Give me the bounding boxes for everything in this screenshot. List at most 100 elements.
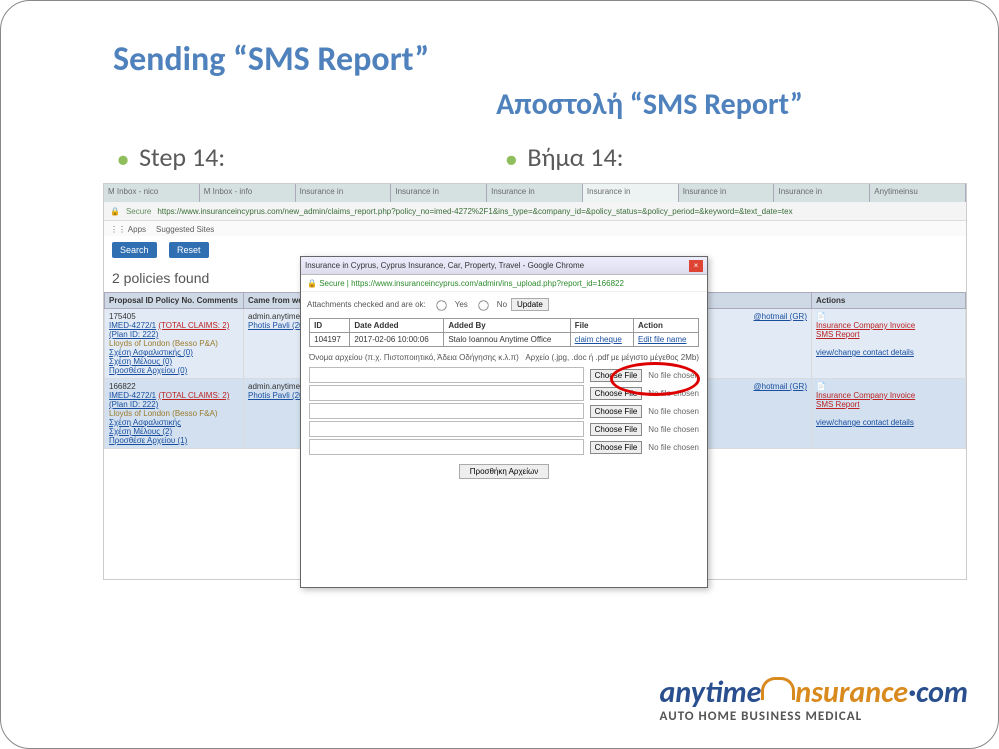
logo-arc-icon [761, 677, 795, 700]
sms-report-link[interactable]: SMS Report [816, 330, 860, 339]
title-greek: Αποστολή “SMS Report” [35, 86, 964, 123]
no-file-text: No file chosen [648, 371, 699, 380]
rel-link[interactable]: Σχέση Ασφαλιστικής (0) [109, 348, 193, 357]
file-row-3: Choose File No file chosen [301, 402, 707, 420]
rel-link[interactable]: Προσθέσε Αρχείου (0) [109, 366, 187, 375]
tab[interactable]: M Inbox - nico [104, 184, 200, 202]
th-by: Added By [444, 319, 570, 333]
tab[interactable]: Insurance in [774, 184, 870, 202]
plan-link[interactable]: (Plan ID: 222) [109, 400, 158, 409]
email-link[interactable]: @hotmail (GR) [754, 382, 807, 391]
rel-link[interactable]: Σχέση Μέλους (2) [109, 427, 172, 436]
add-files-button[interactable]: Προσθήκη Αρχείων [459, 464, 550, 479]
step-en: ●Step 14: [117, 141, 225, 173]
th-date: Date Added [350, 319, 444, 333]
logo-text: anytimensurance·com [660, 674, 968, 711]
member-link[interactable]: Photis Pavli (20) [248, 391, 306, 400]
popup-address: 🔒 Secure | https://www.insuranceincyprus… [301, 275, 707, 292]
suggested-sites[interactable]: Suggested Sites [156, 225, 214, 234]
email-link[interactable]: @hotmail (GR) [754, 312, 807, 321]
choose-file-button[interactable]: Choose File [590, 369, 643, 382]
popup-titlebar[interactable]: Insurance in Cyprus, Cyprus Insurance, C… [301, 257, 707, 275]
step-el: ●Βήμα 14: [505, 141, 623, 173]
file-row-5: Choose File No file chosen [301, 438, 707, 456]
th-action: Action [634, 319, 699, 333]
lloyds-text: Lloyds of London (Besso F&A) [109, 409, 218, 418]
th-id: ID [310, 319, 350, 333]
th-proposal: Proposal ID Policy No. Comments [105, 293, 244, 309]
lock-icon: 🔒 [110, 207, 120, 216]
rel-link[interactable]: Προσθέσε Αρχείου (1) [109, 436, 187, 445]
plan-link[interactable]: (Plan ID: 222) [109, 330, 158, 339]
step-labels: ●Step 14: ●Βήμα 14: [117, 141, 964, 173]
no-file-text: No file chosen [648, 389, 699, 398]
rel-link[interactable]: Σχέση Ασφαλιστικής [109, 418, 181, 427]
filename-input[interactable] [309, 385, 584, 401]
contact-link[interactable]: view/change contact details [816, 348, 914, 357]
th-actions: Actions [812, 293, 966, 309]
tab-active[interactable]: Insurance in [583, 184, 679, 202]
choose-file-button[interactable]: Choose File [590, 423, 643, 436]
rel-link[interactable]: Σχέση Μέλους (0) [109, 357, 172, 366]
popup-title: Insurance in Cyprus, Cyprus Insurance, C… [305, 261, 584, 270]
filename-input[interactable] [309, 421, 584, 437]
url-text: https://www.insuranceincyprus.com/new_ad… [157, 207, 792, 216]
file-labels: Όνομα αρχείου (π.χ. Πιστοποιητικό, Άδεια… [301, 349, 707, 366]
doc-icon: 📄 [816, 382, 826, 391]
tab[interactable]: Insurance in [487, 184, 583, 202]
no-file-text: No file chosen [648, 425, 699, 434]
invoice-link[interactable]: Insurance Company Invoice [816, 321, 915, 330]
address-bar[interactable]: 🔒 Secure https://www.insuranceincyprus.c… [104, 202, 966, 221]
member-link[interactable]: Photis Pavli (20) [248, 321, 306, 330]
title-english: Sending “SMS Report” [113, 39, 964, 80]
filename-input[interactable] [309, 367, 584, 383]
search-button[interactable]: Search [112, 242, 157, 258]
policy-link[interactable]: IMED-4272/1 [109, 391, 156, 400]
policy-link[interactable]: IMED-4272/1 [109, 321, 156, 330]
contact-link[interactable]: view/change contact details [816, 418, 914, 427]
secure-label: Secure [126, 207, 151, 216]
sms-report-link[interactable]: SMS Report [816, 400, 860, 409]
choose-file-button[interactable]: Choose File [590, 405, 643, 418]
anytime-logo: anytimensurance·com AUTO HOME BUSINESS M… [660, 674, 968, 724]
close-icon[interactable]: × [689, 260, 703, 272]
file-link[interactable]: claim cheque [575, 335, 622, 344]
file-row-4: Choose File No file chosen [301, 420, 707, 438]
logo-tagline: AUTO HOME BUSINESS MEDICAL [660, 709, 968, 724]
update-button[interactable]: Update [511, 298, 549, 311]
choose-file-button[interactable]: Choose File [590, 441, 643, 454]
attachments-table: ID Date Added Added By File Action 10419… [309, 318, 699, 347]
claims-badge: (TOTAL CLAIMS: 2) [158, 321, 229, 330]
attachments-check: Attachments checked and are ok: Yes No U… [301, 292, 707, 316]
doc-icon: 📄 [816, 312, 826, 321]
tab[interactable]: Insurance in [296, 184, 392, 202]
tab[interactable]: M Inbox - info [200, 184, 296, 202]
edit-file-link[interactable]: Edit file name [638, 335, 686, 344]
apps-shortcut[interactable]: ⋮⋮ Apps [110, 225, 146, 234]
tab[interactable]: Anytimeinsu [870, 184, 966, 202]
screenshot-frame: M Inbox - nico M Inbox - info Insurance … [103, 183, 967, 580]
file-row-2: Choose File No file chosen [301, 384, 707, 402]
filename-input[interactable] [309, 439, 584, 455]
choose-file-button[interactable]: Choose File [590, 387, 643, 400]
bullet-icon: ● [117, 148, 129, 172]
proposal-id: 166822 [109, 382, 239, 391]
popup-url: https://www.insuranceincyprus.com/admin/… [351, 279, 624, 288]
no-file-text: No file chosen [648, 407, 699, 416]
reset-button[interactable]: Reset [169, 242, 209, 258]
check-label: Attachments checked and are ok: [307, 300, 426, 309]
bullet-icon: ● [505, 148, 517, 172]
lloyds-text: Lloyds of London (Besso P&A) [109, 339, 218, 348]
radio-no[interactable] [478, 300, 488, 310]
file-row-1: Choose File No file chosen [301, 366, 707, 384]
tab[interactable]: Insurance in [679, 184, 775, 202]
tab[interactable]: Insurance in [391, 184, 487, 202]
invoice-link[interactable]: Insurance Company Invoice [816, 391, 915, 400]
browser-tabs: M Inbox - nico M Inbox - info Insurance … [104, 184, 966, 202]
filename-input[interactable] [309, 403, 584, 419]
no-file-text: No file chosen [648, 443, 699, 452]
proposal-id: 175405 [109, 312, 239, 321]
upload-popup: Insurance in Cyprus, Cyprus Insurance, C… [300, 256, 708, 588]
radio-yes[interactable] [436, 300, 446, 310]
attach-row: 104197 2017-02-06 10:00:06 Stalo Ioannou… [310, 333, 699, 347]
